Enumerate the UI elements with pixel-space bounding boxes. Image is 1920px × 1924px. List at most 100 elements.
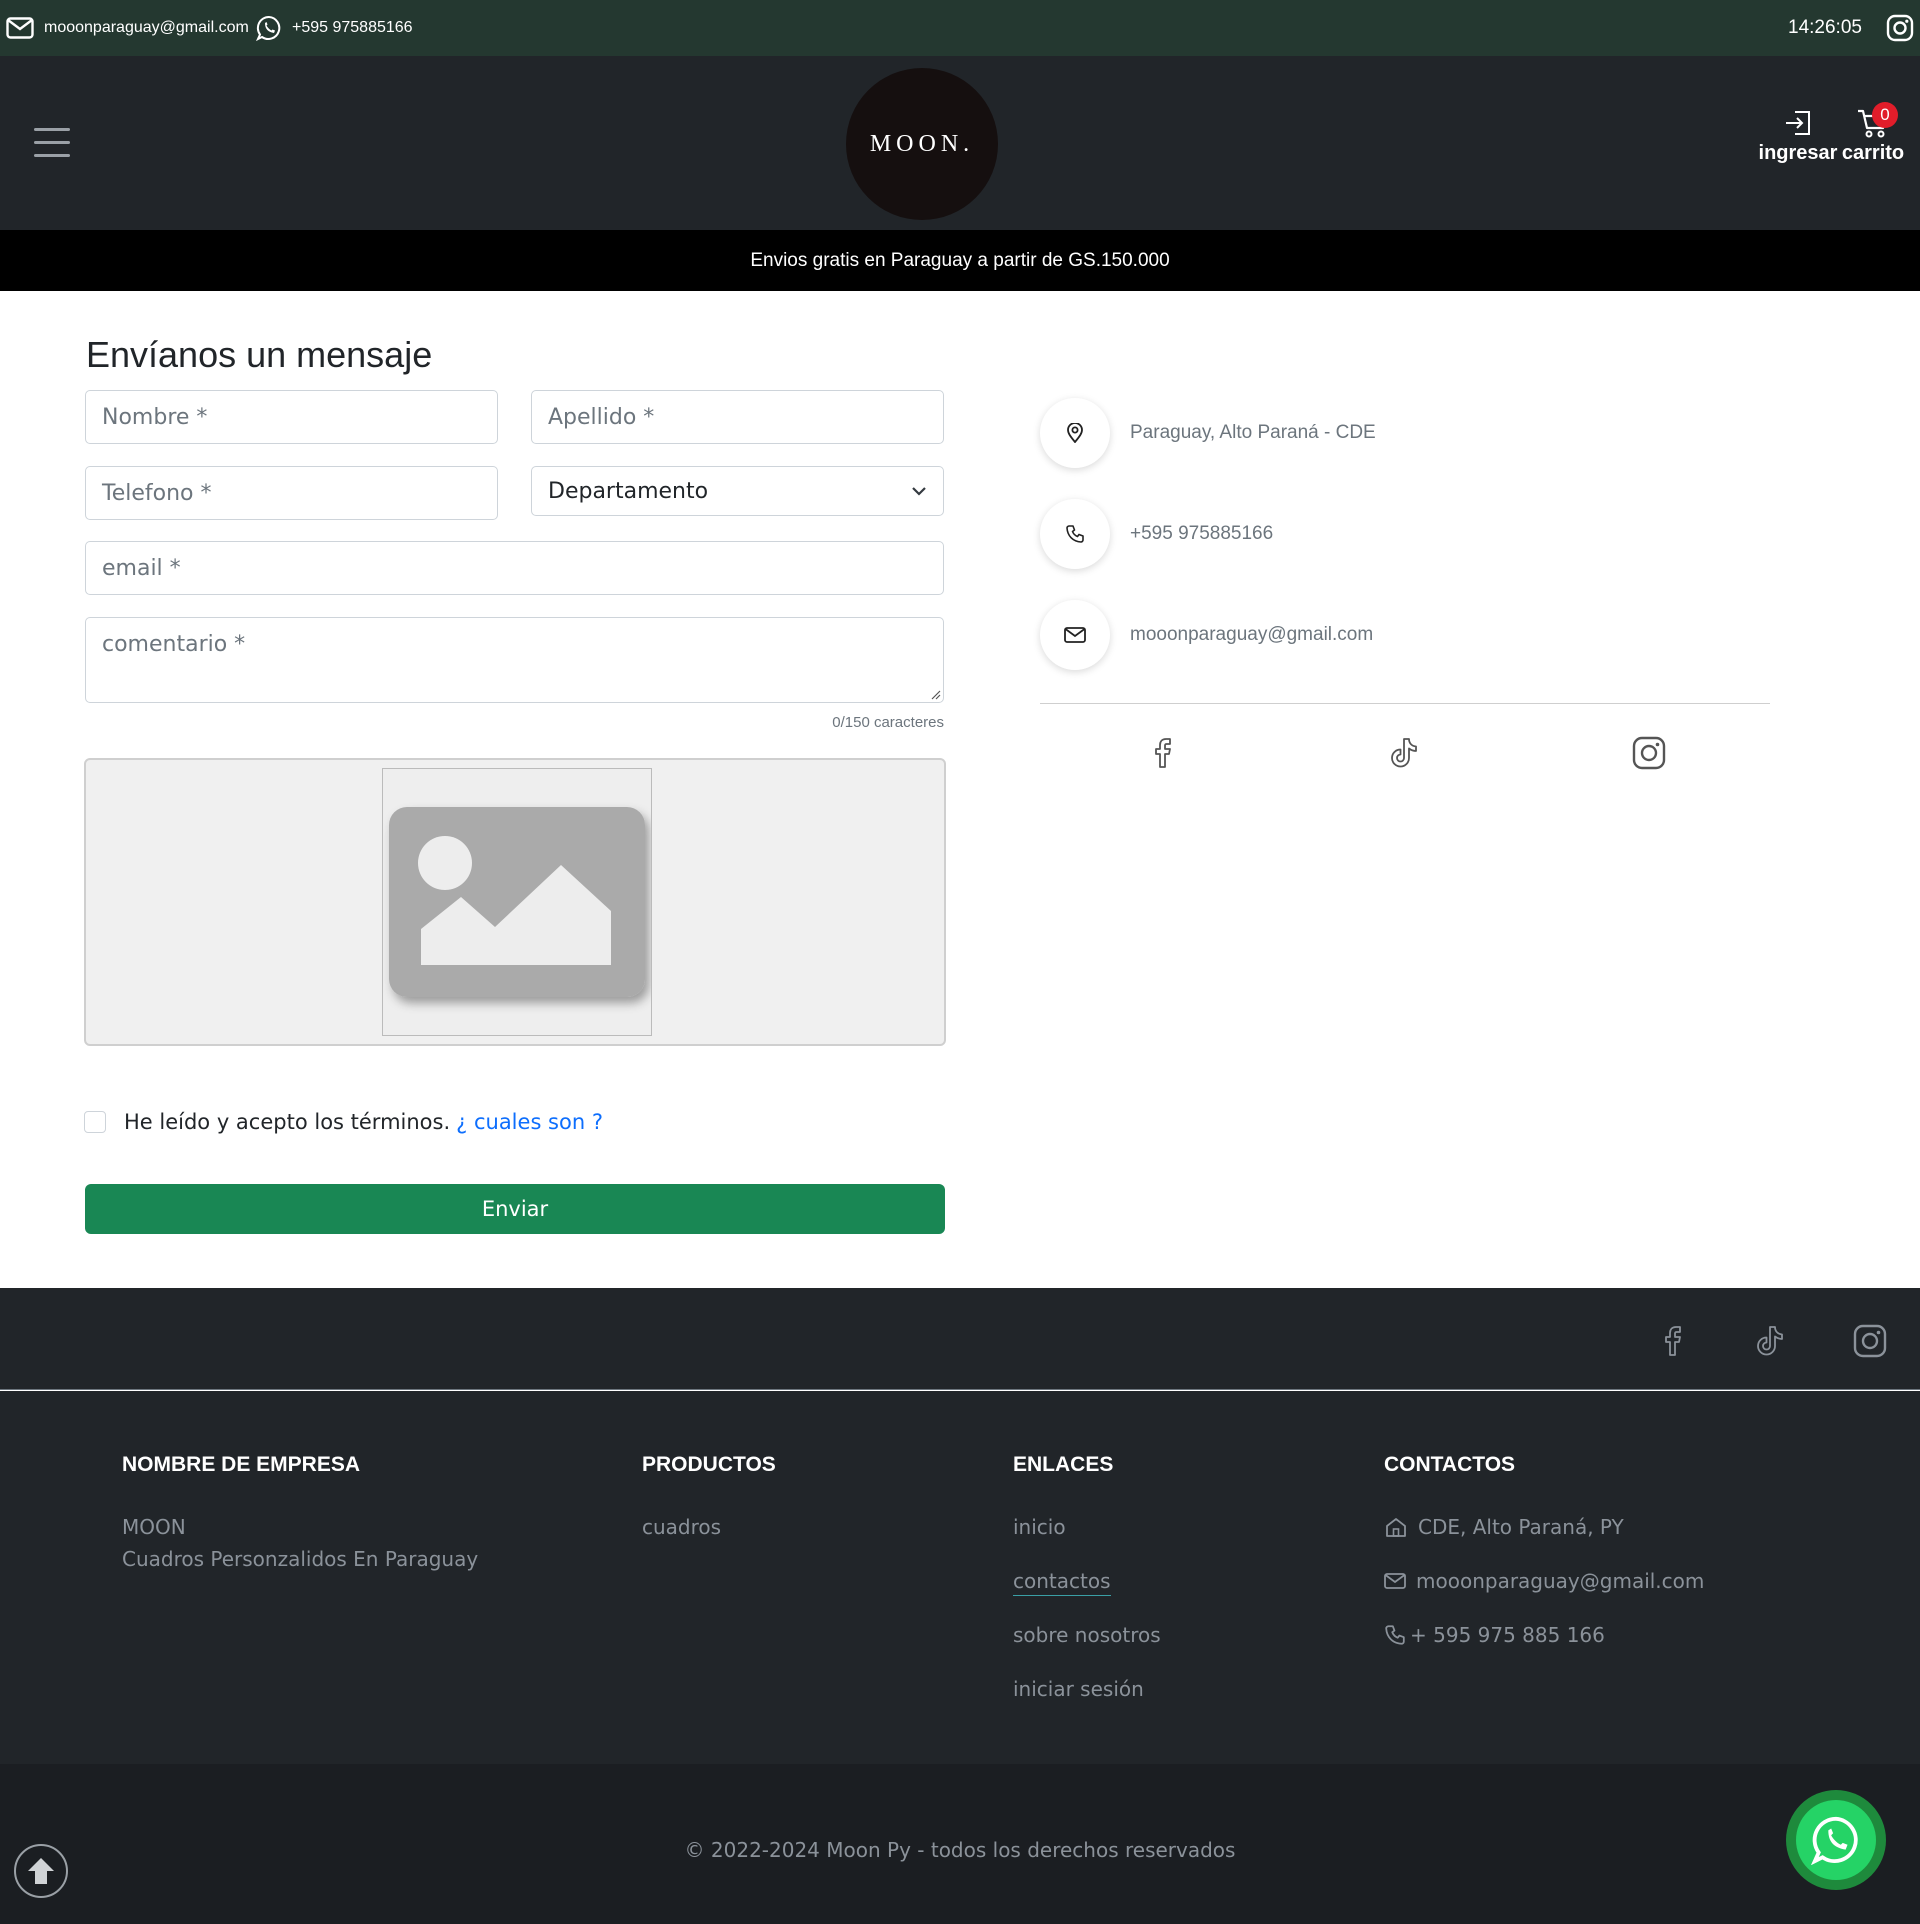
main-header: MOON. ingresar 0 carrito [0,56,1920,230]
cart-count-badge: 0 [1872,102,1898,128]
telefono-input[interactable]: Telefono * [85,466,498,520]
phone-icon [1385,1625,1405,1645]
instagram-icon [1886,14,1914,42]
comentario-textarea[interactable]: comentario * [85,617,944,703]
whatsapp-icon [256,15,281,41]
topbar-phone[interactable]: +595 975885166 [256,0,413,56]
contact-address: Paraguay, Alto Paraná - CDE [1040,398,1376,468]
footer-link-contactos[interactable]: contactos [1013,1569,1111,1596]
departamento-value: Departamento [548,478,709,504]
topbar-email[interactable]: mooonparaguay@gmail.com [6,0,249,56]
footer-address: CDE, Alto Paraná, PY [1384,1515,1624,1539]
footer-contacts-heading: CONTACTOS [1384,1453,1516,1476]
footer-phone[interactable]: + 595 975 885 166 [1384,1623,1605,1647]
footer-link-sobre-nosotros[interactable]: sobre nosotros [1013,1623,1161,1647]
chevron-down-icon [912,487,926,496]
topbar-email-text: mooonparaguay@gmail.com [44,19,249,36]
facebook-link[interactable] [1150,736,1176,770]
topbar-phone-text: +595 975885166 [292,19,413,36]
apellido-placeholder: Apellido * [548,404,655,430]
contact-phone-text: +595 975885166 [1130,523,1274,544]
footer-bottom: © 2022-2024 Moon Py - todos los derechos… [0,1764,1920,1924]
envelope-icon-circle [1040,600,1110,670]
footer-products-heading: PRODUCTOS [642,1453,776,1476]
terms-text: He leído y acepto los términos. [124,1110,451,1134]
scroll-to-top-button[interactable] [14,1844,68,1898]
apellido-input[interactable]: Apellido * [531,390,944,444]
footer-facebook-link[interactable] [1660,1324,1686,1358]
facebook-icon [1155,738,1171,768]
envelope-icon [6,17,34,39]
whatsapp-icon [1811,1816,1858,1865]
footer-address-text: CDE, Alto Paraná, PY [1418,1515,1624,1539]
footer-social-bar [0,1288,1920,1390]
image-upload-area[interactable] [84,758,946,1046]
location-icon-circle [1040,398,1110,468]
footer-email-text: mooonparaguay@gmail.com [1416,1569,1705,1593]
contact-email[interactable]: mooonparaguay@gmail.com [1040,600,1373,670]
footer-link-iniciar-sesion[interactable]: iniciar sesión [1013,1677,1144,1701]
cart-label: carrito [1841,142,1905,164]
submit-button[interactable]: Enviar [85,1184,945,1234]
footer-links-heading: ENLACES [1013,1453,1114,1476]
facebook-icon [1665,1326,1681,1356]
terms-row: He leído y acepto los términos. ¿ cuales… [84,1110,603,1134]
footer-link-inicio[interactable]: inicio [1013,1515,1066,1539]
image-placeholder-icon [389,807,645,997]
hamburger-icon[interactable] [34,128,70,158]
image-placeholder [382,768,652,1036]
footer-phone-text: + 595 975 885 166 [1410,1623,1605,1647]
tiktok-icon [1391,738,1417,768]
contact-address-text: Paraguay, Alto Paraná - CDE [1130,422,1376,443]
footer-instagram-link[interactable] [1853,1324,1887,1358]
footer-company-tagline: Cuadros Personzalidos En Paraguay [122,1547,479,1571]
telefono-placeholder: Telefono * [102,480,212,506]
logo[interactable]: MOON. [846,68,998,220]
instagram-icon [1853,1324,1887,1358]
contact-phone[interactable]: +595 975885166 [1040,499,1273,569]
phone-icon [1066,525,1084,543]
copyright-text: © 2022-2024 Moon Py - todos los derechos… [684,1838,1236,1862]
instagram-icon [1632,736,1666,770]
resize-handle-icon[interactable] [929,688,941,700]
contact-divider [1040,703,1770,704]
departamento-select[interactable]: Departamento [531,466,944,516]
terms-link[interactable]: ¿ cuales son ? [456,1110,603,1134]
envelope-icon [1384,1573,1406,1589]
nombre-input[interactable]: Nombre * [85,390,498,444]
footer-link-cuadros[interactable]: cuadros [642,1515,721,1539]
envelope-icon [1064,627,1086,643]
location-icon [1067,423,1083,443]
arrow-up-icon [28,1858,54,1884]
contact-email-text: mooonparaguay@gmail.com [1130,624,1374,645]
clock-text: 14:26:05 [1788,17,1862,38]
char-counter: 0/150 caracteres [832,714,944,731]
comentario-placeholder: comentario * [102,632,246,657]
logo-text: MOON. [869,130,975,157]
shipping-banner-text: Envios gratis en Paraguay a partir de GS… [750,249,1170,271]
tiktok-link[interactable] [1390,736,1420,770]
top-bar: mooonparaguay@gmail.com +595 975885166 1… [0,0,1920,56]
login-button[interactable]: ingresar [1754,108,1842,165]
instagram-link[interactable] [1632,736,1666,770]
footer-main: NOMBRE DE EMPRESA MOON Cuadros Personzal… [0,1391,1920,1764]
cart-button[interactable]: 0 carrito [1840,102,1906,165]
home-icon [1386,1518,1406,1537]
footer-tiktok-link[interactable] [1756,1324,1786,1358]
topbar-clock: 14:26:05 [1788,0,1862,56]
login-label: ingresar [1758,142,1838,164]
topbar-instagram-link[interactable] [1886,0,1920,56]
email-input[interactable]: email * [85,541,944,595]
footer-company-heading: NOMBRE DE EMPRESA [122,1453,361,1476]
email-placeholder: email * [102,555,181,581]
shipping-banner: Envios gratis en Paraguay a partir de GS… [0,230,1920,291]
phone-icon-circle [1040,499,1110,569]
whatsapp-float-button[interactable] [1786,1790,1886,1890]
form-title: Envíanos un mensaje [86,334,433,375]
tiktok-icon [1757,1326,1783,1356]
footer-email[interactable]: mooonparaguay@gmail.com [1384,1569,1704,1593]
footer-company-name: MOON [122,1515,186,1539]
nombre-placeholder: Nombre * [102,404,208,430]
login-icon [1786,111,1810,135]
terms-checkbox[interactable] [84,1111,106,1133]
